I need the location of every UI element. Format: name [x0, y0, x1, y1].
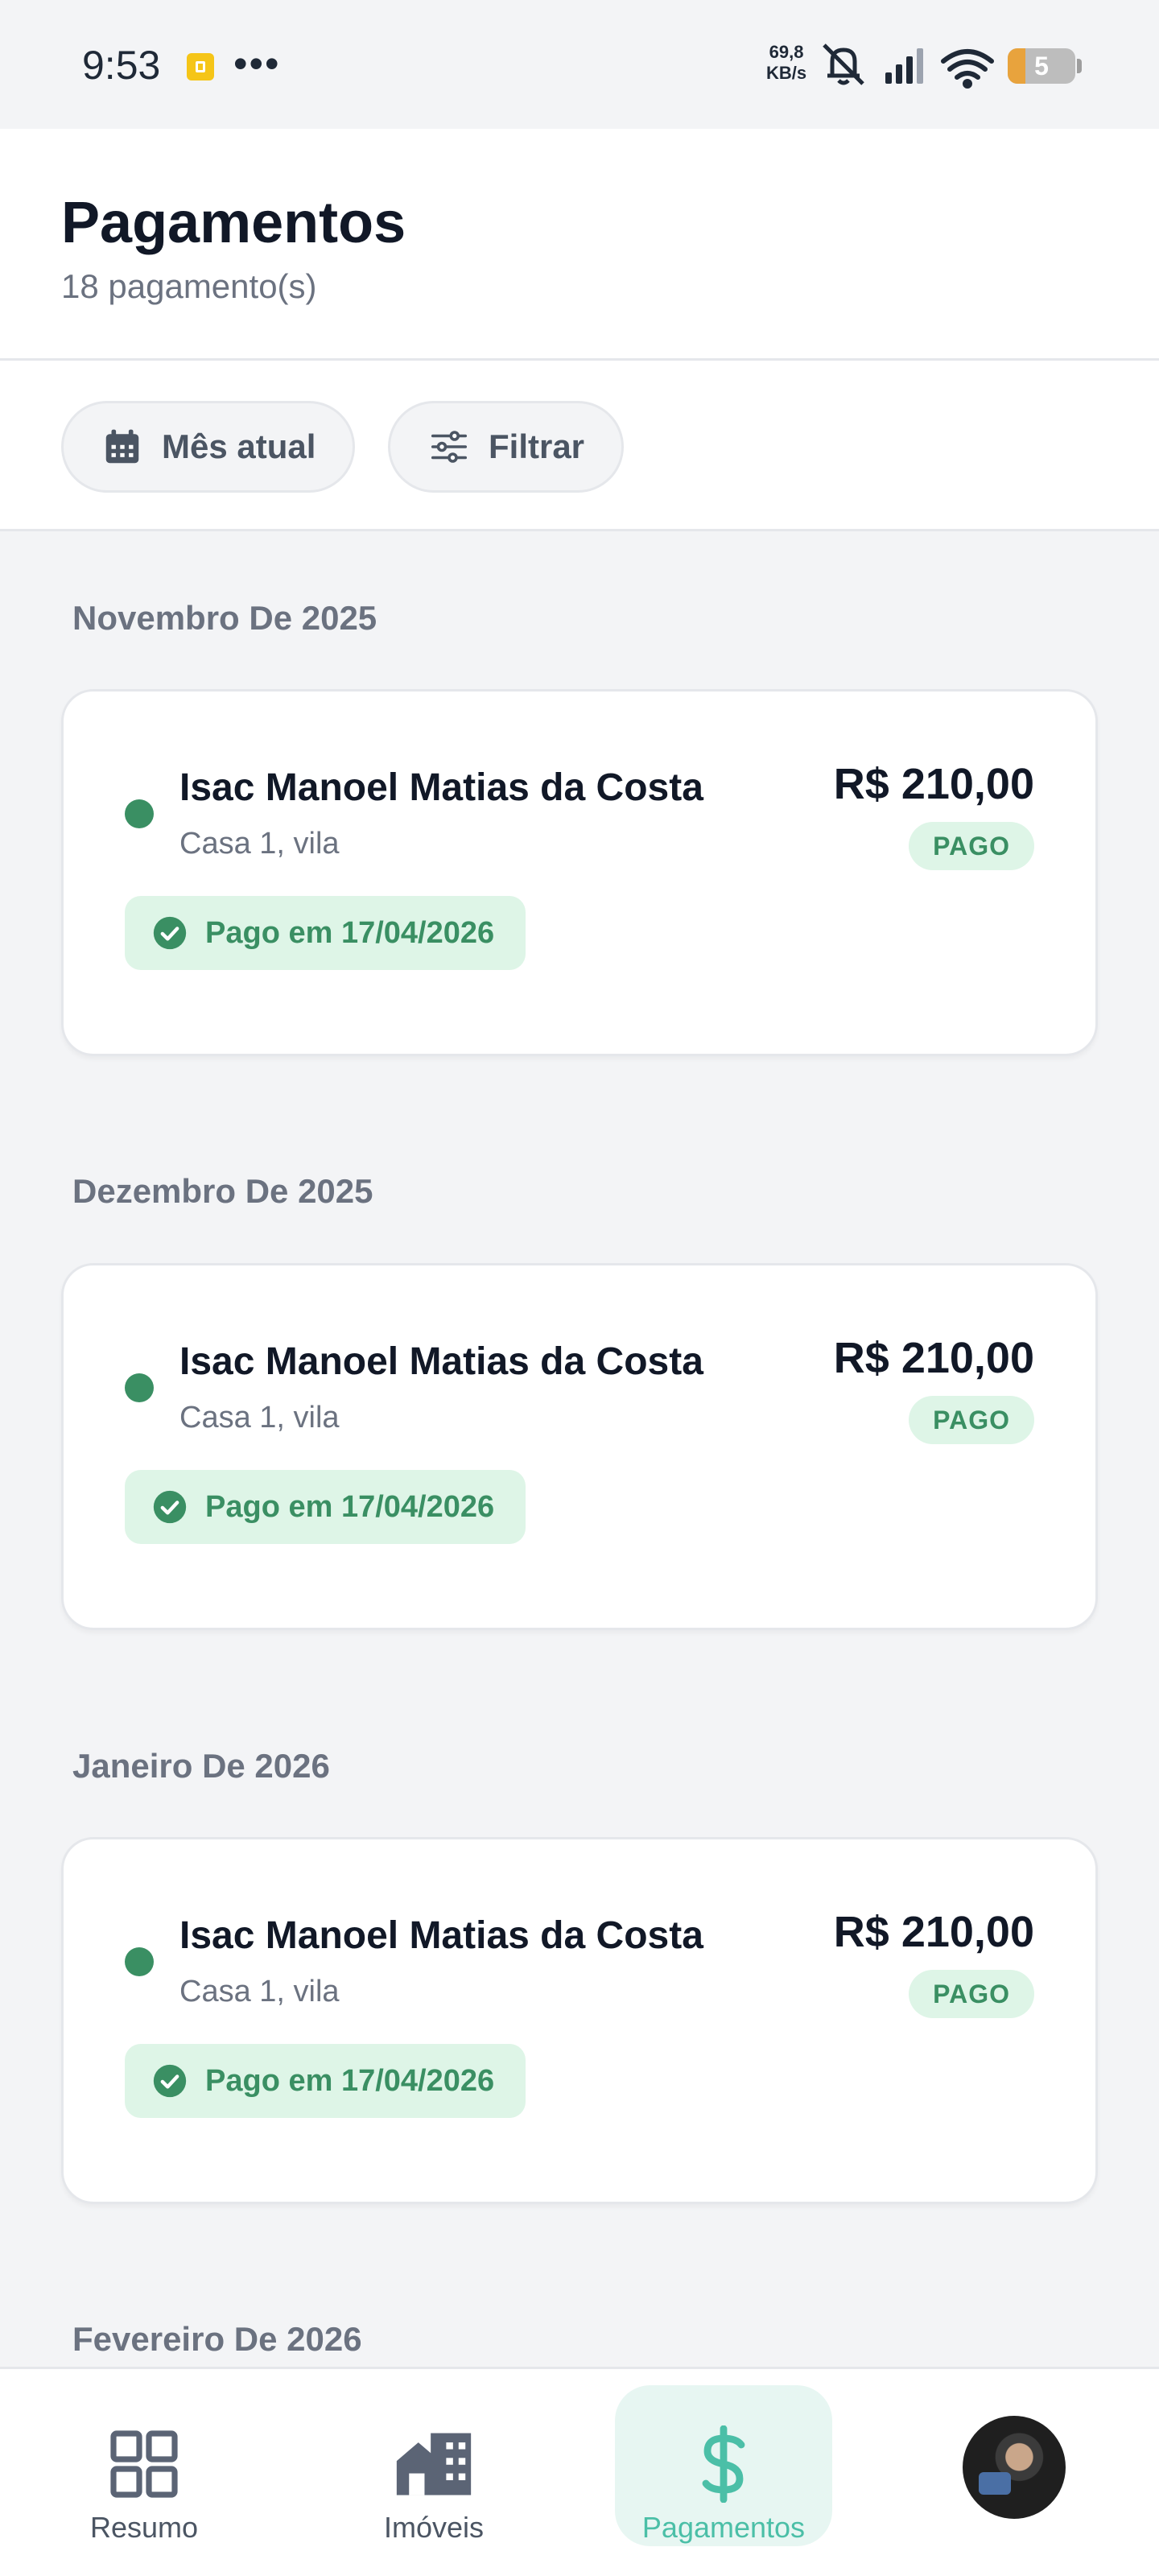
- tenant-name: Isac Manoel Matias da Costa: [179, 766, 703, 809]
- filter-label: Filtrar: [489, 427, 585, 465]
- paid-date-text: Pago em 17/04/2026: [205, 2063, 495, 2098]
- property-name: Casa 1, vila: [179, 1975, 340, 2008]
- signal-icon: [885, 48, 923, 84]
- network-speed: 69,8 KB/s: [766, 42, 806, 84]
- property-name: Casa 1, vila: [179, 1401, 340, 1435]
- payment-amount: R$ 210,00: [833, 1908, 1034, 1956]
- network-speed-unit: KB/s: [766, 63, 807, 83]
- paid-date-text: Pago em 17/04/2026: [205, 915, 495, 950]
- battery-level: 5: [1034, 52, 1049, 80]
- calendar-icon: [105, 429, 139, 464]
- profile-avatar[interactable]: [963, 2416, 1066, 2519]
- nav-item-resumo[interactable]: Resumo: [35, 2385, 253, 2546]
- status-badge: PAGO: [909, 1970, 1034, 2018]
- status-badge: PAGO: [909, 1396, 1034, 1444]
- payment-amount: R$ 210,00: [833, 760, 1034, 808]
- page-title: Pagamentos: [61, 191, 406, 255]
- bottom-navigation: Resumo Imóveis Pagamentos: [0, 2367, 1159, 2576]
- payment-card[interactable]: Isac Manoel Matias da Costa Casa 1, vila…: [61, 1837, 1098, 2204]
- section-title: Fevereiro De 2026: [72, 2320, 362, 2358]
- current-month-label: Mês atual: [162, 427, 316, 465]
- payment-amount: R$ 210,00: [833, 1334, 1034, 1382]
- nav-label: Pagamentos: [641, 2511, 806, 2544]
- current-month-button[interactable]: Mês atual: [61, 401, 356, 493]
- nav-label: Resumo: [89, 2511, 199, 2544]
- nav-item-pagamentos[interactable]: Pagamentos: [615, 2385, 832, 2546]
- buildings-icon: [396, 2433, 472, 2496]
- payment-card[interactable]: Isac Manoel Matias da Costa Casa 1, vila…: [61, 1263, 1098, 1630]
- section-title: Dezembro De 2025: [72, 1172, 373, 1210]
- filter-button[interactable]: Filtrar: [388, 401, 625, 493]
- status-icons: [823, 43, 994, 89]
- status-dot: [125, 1373, 154, 1402]
- page-header: Pagamentos 18 pagamento(s): [0, 129, 1159, 361]
- check-circle-icon: [153, 2064, 187, 2098]
- status-dot: [125, 799, 154, 828]
- payment-card[interactable]: Isac Manoel Matias da Costa Casa 1, vila…: [61, 689, 1098, 1056]
- paid-date-text: Pago em 17/04/2026: [205, 1489, 495, 1524]
- nav-label: Imóveis: [383, 2511, 485, 2544]
- status-time: 9:53: [82, 43, 161, 88]
- nav-item-imoveis[interactable]: Imóveis: [325, 2385, 542, 2546]
- section-title: Novembro De 2025: [72, 599, 377, 637]
- check-circle-icon: [153, 1490, 187, 1524]
- paid-date-badge: Pago em 17/04/2026: [125, 1470, 526, 1544]
- dollar-icon: [702, 2425, 745, 2503]
- network-speed-value: 69,8: [769, 42, 804, 62]
- status-bar: 9:53 ••• 69,8 KB/s 5: [0, 0, 1159, 129]
- check-circle-icon: [153, 916, 187, 950]
- payments-count: 18 pagamento(s): [61, 267, 317, 305]
- sliders-icon: [431, 431, 468, 463]
- section-title: Janeiro De 2026: [72, 1747, 330, 1785]
- more-notifications-icon: •••: [233, 41, 281, 86]
- tenant-name: Isac Manoel Matias da Costa: [179, 1914, 703, 1957]
- status-badge: PAGO: [909, 822, 1034, 870]
- status-dot: [125, 1947, 154, 1976]
- paid-date-badge: Pago em 17/04/2026: [125, 896, 526, 970]
- notification-icon: [187, 53, 214, 80]
- wifi-icon: [941, 49, 994, 89]
- tenant-name: Isac Manoel Matias da Costa: [179, 1340, 703, 1383]
- mute-bell-icon: [823, 43, 864, 85]
- battery-icon: 5: [1008, 48, 1082, 84]
- paid-date-badge: Pago em 17/04/2026: [125, 2044, 526, 2118]
- filter-bar: Mês atual Filtrar: [0, 361, 1159, 531]
- property-name: Casa 1, vila: [179, 827, 340, 861]
- grid-icon: [110, 2430, 178, 2498]
